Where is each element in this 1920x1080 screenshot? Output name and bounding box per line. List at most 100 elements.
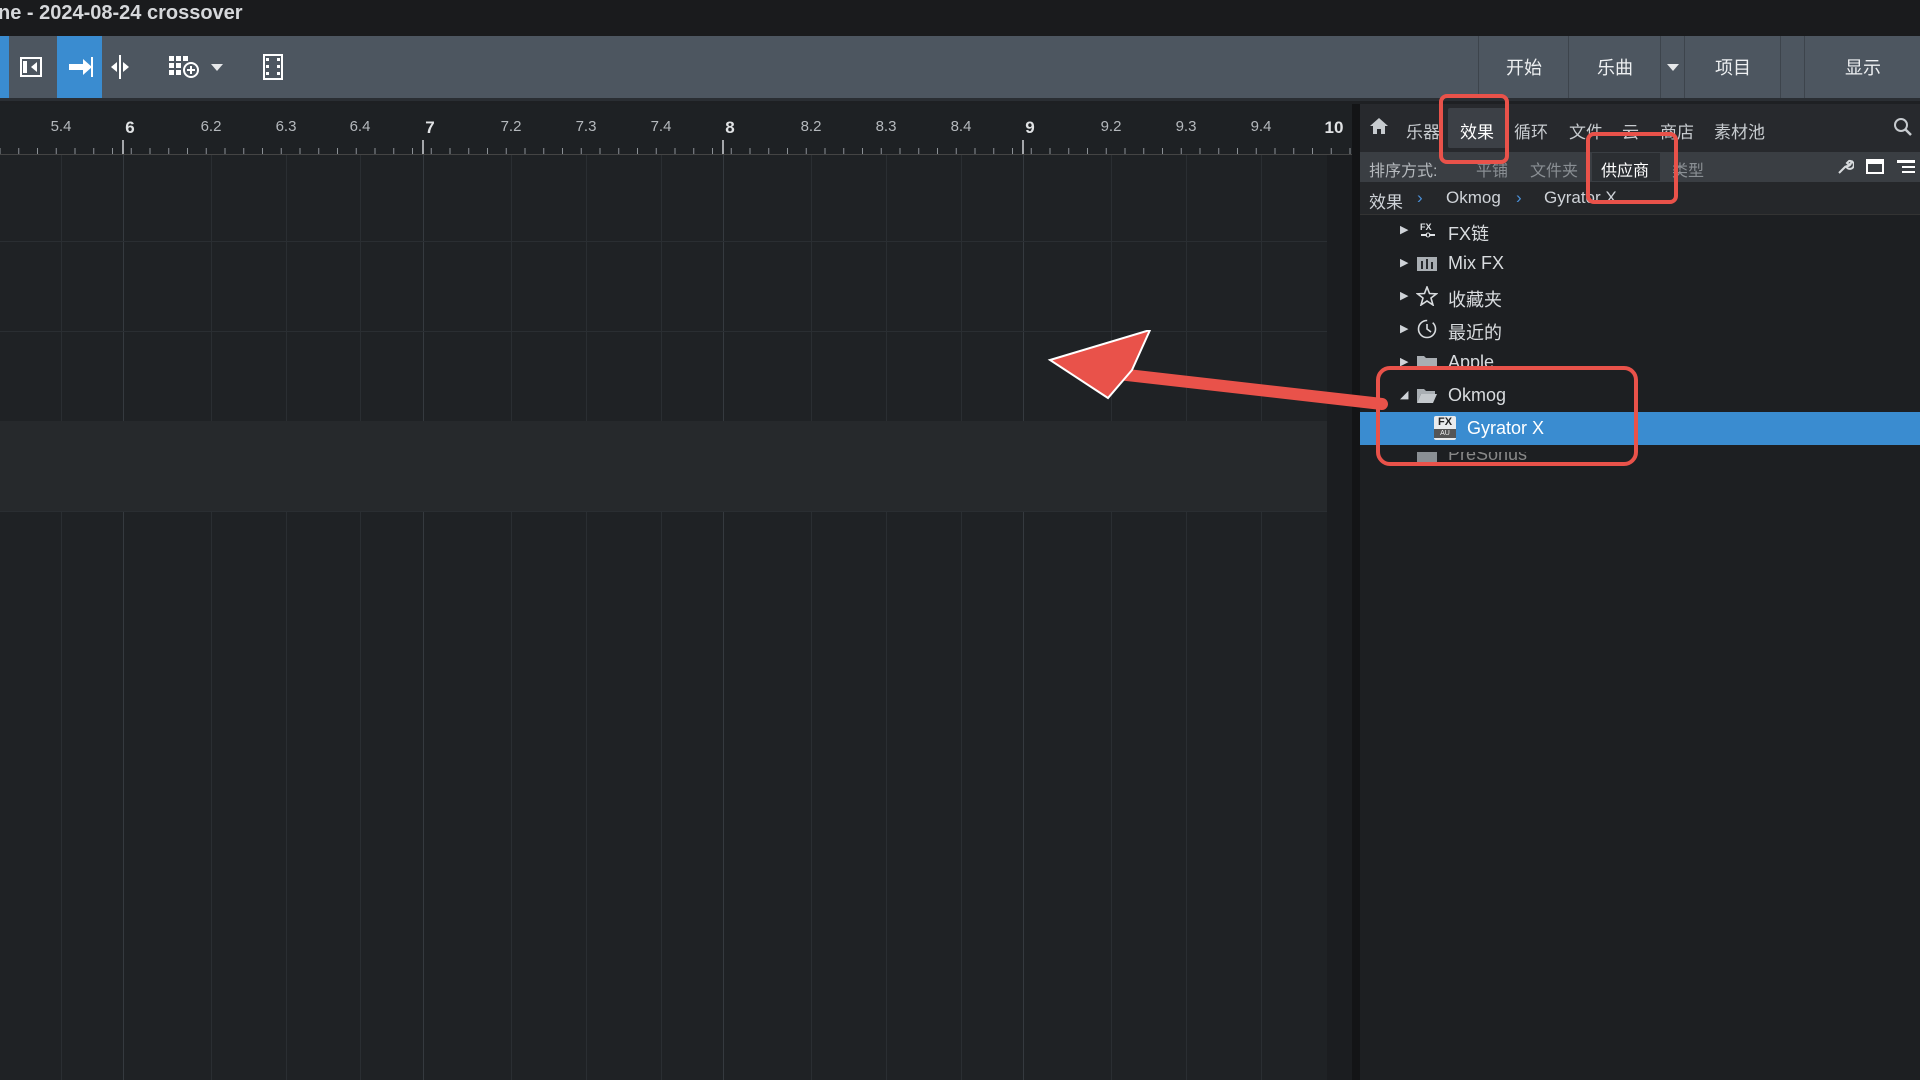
arrange-area[interactable] [0,155,1327,1080]
ruler-ticks [0,140,1351,154]
star-icon [1416,286,1438,306]
tab-loops[interactable]: 循环 [1514,118,1548,143]
mix-fx-icon [1417,257,1437,271]
ruler-label: 6 [125,118,135,137]
track-divider [0,511,1327,512]
grid-line [423,155,424,1080]
ruler-label: 10 [1324,118,1344,137]
grid-line [123,155,124,1080]
expand-icon[interactable]: ▶ [1400,223,1408,236]
grid-line [886,155,887,1080]
ruler-label: 7.4 [650,118,672,135]
loop-back-icon [20,57,42,77]
vertical-scrollbar[interactable] [1327,155,1352,1080]
track-divider [0,241,1327,242]
svg-text:FX: FX [1420,222,1432,232]
highlight-plugin [1376,366,1638,466]
grid-dropdown-button[interactable] [205,36,229,98]
tab-instruments[interactable]: 乐器 [1406,118,1440,143]
grid-line [961,155,962,1080]
grid-line [286,155,287,1080]
breadcrumb-separator: › [1516,188,1522,207]
grid-line [586,155,587,1080]
fx-chain-icon: FX [1420,222,1435,238]
title-bar: ne - 2024-08-24 crossover [0,0,1920,36]
tree-item-label: FX链 [1448,224,1490,244]
grid-line [1023,155,1024,1080]
grid-line [723,155,724,1080]
highlight-vendor-sort [1586,132,1678,204]
tree-item-label: Apple [1448,352,1495,366]
ruler-label: 7.2 [500,118,522,135]
window-title: ne - 2024-08-24 crossover [0,2,243,24]
tree-item-fx-chain[interactable]: ▶ FX FX链 [1360,214,1920,247]
ruler-label: 7 [425,118,435,137]
ruler-label: 9.2 [1100,118,1122,135]
home-icon[interactable] [1369,116,1389,141]
grid-line [211,155,212,1080]
nav-song[interactable]: 乐曲 [1568,36,1661,98]
breadcrumb-separator: › [1417,188,1423,207]
grid-line [1186,155,1187,1080]
breadcrumb-effects[interactable]: 效果 [1369,188,1403,213]
ruler-label: 9.3 [1175,118,1197,135]
grid-line [661,155,662,1080]
expand-icon[interactable]: ▶ [1400,256,1408,269]
chevron-down-icon [211,64,223,71]
grid-line [811,155,812,1080]
arrow-right-icon [68,57,93,77]
nav-song-dropdown[interactable] [1660,36,1685,98]
tree-item-mix-fx[interactable]: ▶ Mix FX [1360,247,1920,280]
grid-line [61,155,62,1080]
grid-line [360,155,361,1080]
nav-spacer [1780,36,1805,98]
nav-show[interactable]: 显示 [1804,36,1920,98]
highlight-effects-tab [1439,94,1509,164]
split-icon [111,55,129,79]
ruler-label: 9.4 [1250,118,1272,135]
tree-item-label: Mix FX [1448,253,1504,273]
sort-label: 排序方式: [1369,163,1438,180]
ruler-label: 9 [1025,118,1035,137]
expand-icon[interactable]: ▶ [1400,289,1408,302]
ruler-label: 6.4 [349,118,371,135]
nav-start[interactable]: 开始 [1478,36,1569,98]
tab-pool[interactable]: 素材池 [1714,118,1765,143]
tree-item-label: 收藏夹 [1448,290,1502,310]
film-icon [263,54,283,80]
view-toggle-icon[interactable] [1866,158,1884,181]
search-icon[interactable] [1893,117,1913,142]
loop-back-button[interactable] [12,36,50,98]
drag-arrow-icon [1047,330,1388,410]
tree-item-label: 最近的 [1448,323,1502,343]
clock-icon [1417,319,1437,339]
grid-add-button[interactable] [163,36,203,98]
grid-line [1111,155,1112,1080]
folder-icon [1417,356,1437,366]
wrench-icon[interactable] [1836,158,1855,181]
ruler-label: 8.4 [950,118,972,135]
ruler-label: 6.2 [200,118,222,135]
expand-icon[interactable]: ▶ [1400,355,1408,366]
ruler-label: 8 [725,118,735,137]
split-cursor-button[interactable] [105,36,135,98]
grid-line [1261,155,1262,1080]
tree-item-favorites[interactable]: ▶ 收藏夹 [1360,280,1920,313]
video-button[interactable] [258,36,288,98]
ruler-label: 8.3 [875,118,897,135]
breadcrumb-okmog[interactable]: Okmog [1446,188,1501,208]
auto-scroll-button[interactable] [57,36,102,98]
nav-project[interactable]: 项目 [1684,36,1781,98]
ruler-label: 8.2 [800,118,822,135]
expand-icon[interactable]: ▶ [1400,322,1408,335]
list-view-icon[interactable] [1896,158,1916,181]
chevron-down-icon [1667,64,1679,71]
sort-folder[interactable]: 文件夹 [1530,157,1578,181]
panel-splitter[interactable] [1352,104,1360,1080]
tree-item-apple[interactable]: ▶ Apple [1360,346,1920,366]
ruler-label: 7.3 [575,118,597,135]
ruler-label: 5.4 [50,118,72,135]
tree-item-recent[interactable]: ▶ 最近的 [1360,313,1920,346]
track-lane-selected[interactable] [0,421,1327,511]
ruler-label: 6.3 [275,118,297,135]
